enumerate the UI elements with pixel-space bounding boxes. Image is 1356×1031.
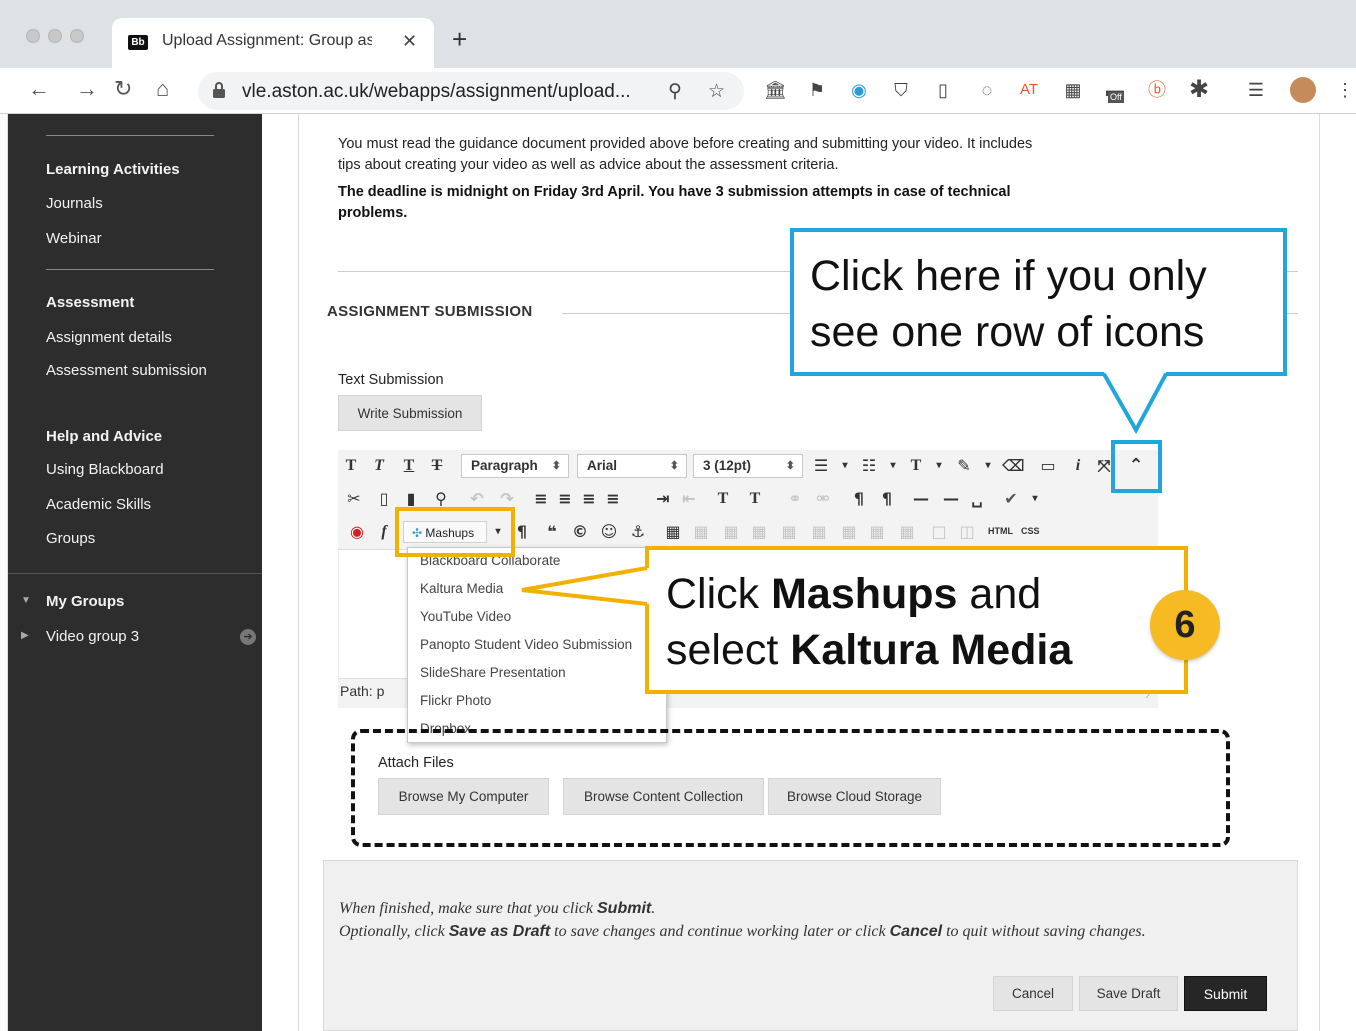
step-number-badge: 6 [1150,590,1220,660]
callout-pointers [521,372,1168,606]
blue-pointer-fill [1104,372,1166,430]
